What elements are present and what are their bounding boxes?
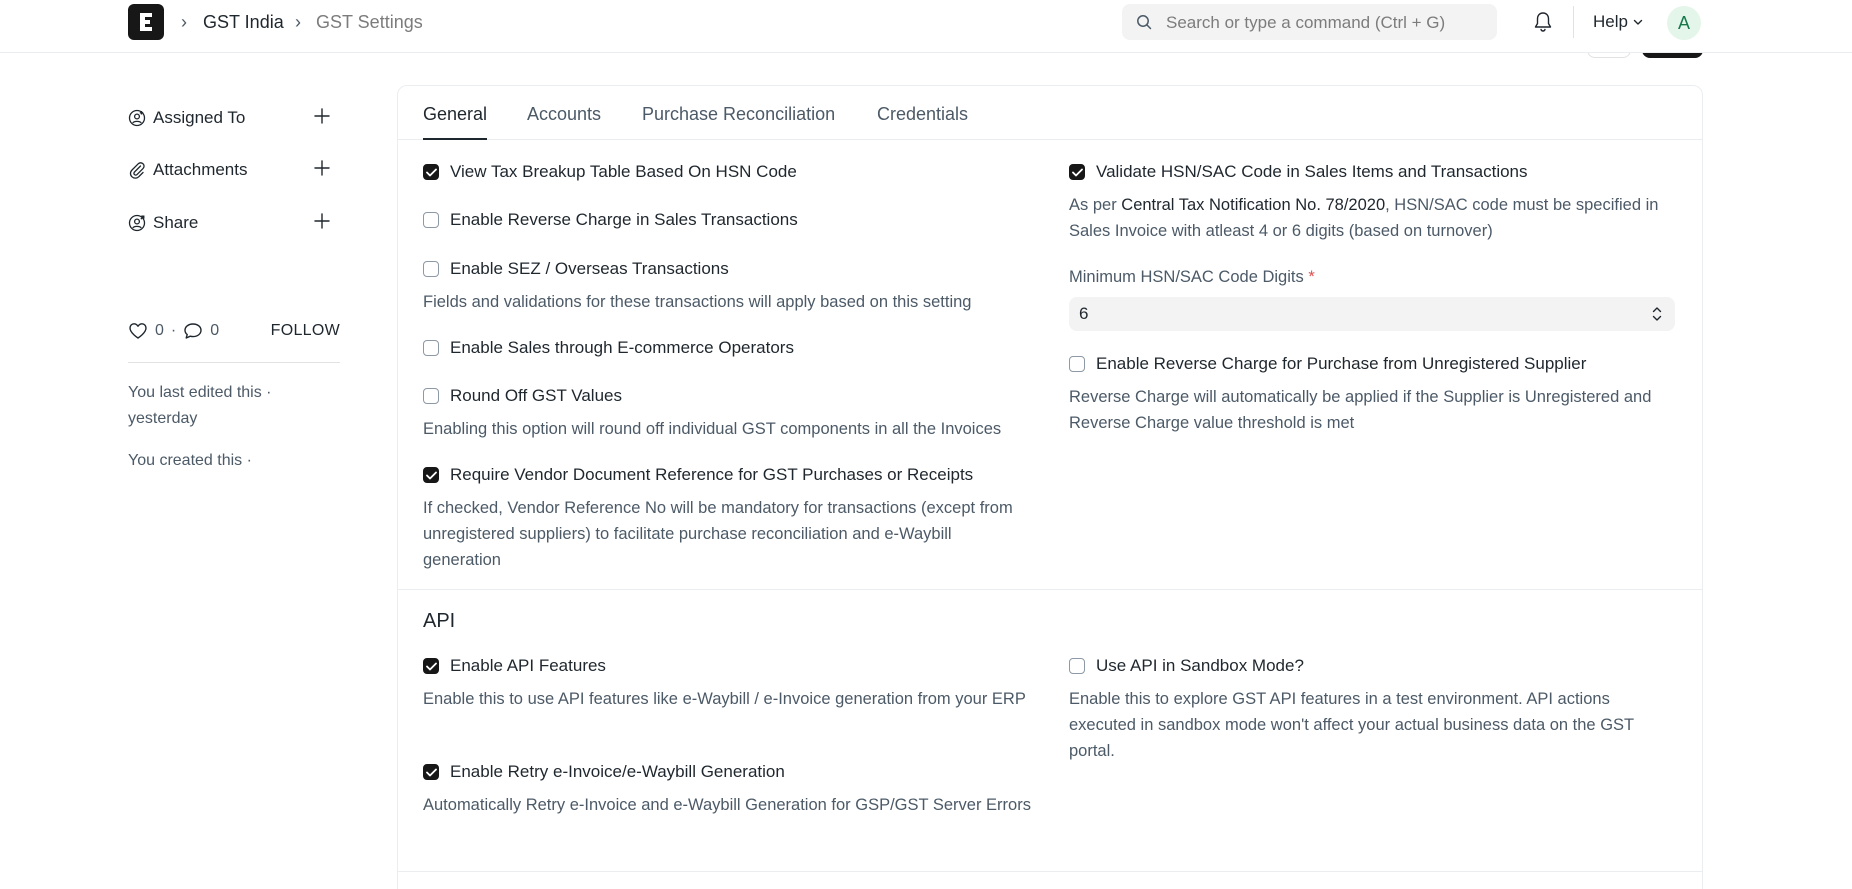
heart-icon[interactable] xyxy=(128,322,148,340)
validate-hsn-checkbox[interactable]: Validate HSN/SAC Code in Sales Items and… xyxy=(1069,162,1528,182)
sandbox-mode-description: Enable this to explore GST API features … xyxy=(1069,690,1634,760)
breadcrumb-separator-icon: › xyxy=(295,12,301,32)
checkbox-unchecked-icon xyxy=(423,388,439,404)
tab-bar: General Accounts Purchase Reconciliation… xyxy=(398,86,1702,140)
last-edited-text: You last edited this · yesterday xyxy=(128,384,272,427)
sidebar-divider xyxy=(128,362,340,363)
notification-bell-icon[interactable] xyxy=(1533,11,1553,33)
checkbox-checked-icon xyxy=(1069,164,1085,180)
tab-purchase-reconciliation[interactable]: Purchase Reconciliation xyxy=(642,104,835,140)
checkbox-label: Enable Reverse Charge for Purchase from … xyxy=(1096,354,1587,373)
vendor-reference-description: If checked, Vendor Reference No will be … xyxy=(423,499,1013,569)
search-bar[interactable]: Search or type a command (Ctrl + G) xyxy=(1122,4,1497,40)
breadcrumb-gst-settings[interactable]: GST Settings xyxy=(316,12,423,33)
chevron-down-icon xyxy=(1633,19,1643,25)
checkbox-label: View Tax Breakup Table Based On HSN Code xyxy=(450,162,797,181)
reverse-charge-sales-checkbox[interactable]: Enable Reverse Charge in Sales Transacti… xyxy=(423,210,798,230)
field-label-text: Minimum HSN/SAC Code Digits xyxy=(1069,268,1304,286)
add-attachment-plus-icon[interactable] xyxy=(313,159,331,177)
checkbox-label: Enable SEZ / Overseas Transactions xyxy=(450,259,729,278)
tab-accounts[interactable]: Accounts xyxy=(527,104,601,140)
stats-dot: · xyxy=(170,322,177,339)
section-divider xyxy=(398,589,1702,590)
hsn-breakup-table-checkbox[interactable]: View Tax Breakup Table Based On HSN Code xyxy=(423,162,797,182)
checkbox-label: Enable Retry e-Invoice/e-Waybill Generat… xyxy=(450,762,785,781)
api-section-title: API xyxy=(423,610,456,632)
min-hsn-digits-label: Minimum HSN/SAC Code Digits * xyxy=(1069,268,1315,287)
checkbox-checked-icon xyxy=(423,764,439,780)
tab-credentials[interactable]: Credentials xyxy=(877,104,968,140)
search-placeholder: Search or type a command (Ctrl + G) xyxy=(1166,13,1446,32)
logo-icon xyxy=(140,13,152,31)
validate-hsn-description: As per Central Tax Notification No. 78/2… xyxy=(1069,192,1679,244)
checkbox-unchecked-icon xyxy=(423,261,439,277)
ecommerce-operators-checkbox[interactable]: Enable Sales through E-commerce Operator… xyxy=(423,338,794,358)
sidebar-share[interactable]: Share xyxy=(128,210,340,236)
checkbox-label: Require Vendor Document Reference for GS… xyxy=(450,465,974,484)
add-share-plus-icon[interactable] xyxy=(313,212,331,230)
sidebar-stats: 0 · 0 FOLLOW xyxy=(128,322,340,340)
add-assignee-plus-icon[interactable] xyxy=(313,107,331,125)
breadcrumb-gst-india[interactable]: GST India xyxy=(203,12,284,33)
checkbox-label: Round Off GST Values xyxy=(450,386,622,405)
likes-count: 0 xyxy=(155,322,164,339)
checkbox-checked-icon xyxy=(423,164,439,180)
sidebar-item-label: Share xyxy=(153,213,199,232)
desc-prefix: As per xyxy=(1069,196,1122,214)
app-logo[interactable] xyxy=(128,4,164,40)
help-menu-button[interactable]: Help xyxy=(1593,12,1644,32)
min-hsn-digits-select[interactable]: 6 xyxy=(1069,297,1675,331)
sidebar-item-label: Assigned To xyxy=(153,108,246,127)
settings-form-card: General Accounts Purchase Reconciliation… xyxy=(397,85,1703,889)
sidebar-assigned-to[interactable]: Assigned To xyxy=(128,105,340,131)
help-label: Help xyxy=(1593,12,1628,31)
share-user-icon xyxy=(128,214,146,232)
tab-general[interactable]: General xyxy=(423,104,488,140)
follow-button[interactable]: FOLLOW xyxy=(271,322,340,340)
checkbox-unchecked-icon xyxy=(423,212,439,228)
select-updown-icon xyxy=(1652,307,1662,321)
checkbox-unchecked-icon xyxy=(1069,658,1085,674)
reverse-charge-purchase-checkbox[interactable]: Enable Reverse Charge for Purchase from … xyxy=(1069,354,1586,374)
select-value: 6 xyxy=(1079,304,1089,323)
sidebar-item-label: Attachments xyxy=(153,160,248,179)
sidebar-attachments[interactable]: Attachments xyxy=(128,157,340,183)
tax-notification-link[interactable]: Central Tax Notification No. 78/2020 xyxy=(1121,196,1385,214)
enable-api-description: Enable this to use API features like e-W… xyxy=(423,690,1026,708)
retry-einvoice-description: Automatically Retry e-Invoice and e-Wayb… xyxy=(423,796,1031,814)
comments-count: 0 xyxy=(210,322,220,339)
breadcrumb-separator-icon: › xyxy=(181,12,187,32)
vendor-reference-checkbox[interactable]: Require Vendor Document Reference for GS… xyxy=(423,465,973,485)
checkbox-label: Validate HSN/SAC Code in Sales Items and… xyxy=(1096,162,1528,181)
required-mark: * xyxy=(1308,268,1315,286)
user-add-icon xyxy=(128,109,146,127)
search-icon xyxy=(1137,15,1152,30)
navbar: › GST India › GST Settings Search or typ… xyxy=(0,0,1852,53)
sez-overseas-checkbox[interactable]: Enable SEZ / Overseas Transactions xyxy=(423,259,729,279)
checkbox-label: Enable Sales through E-commerce Operator… xyxy=(450,338,794,357)
sez-description: Fields and validations for these transac… xyxy=(423,293,972,311)
checkbox-unchecked-icon xyxy=(1069,356,1085,372)
retry-einvoice-checkbox[interactable]: Enable Retry e-Invoice/e-Waybill Generat… xyxy=(423,762,785,782)
created-text: You created this · xyxy=(128,452,252,469)
section-divider xyxy=(398,871,1702,872)
paperclip-icon xyxy=(128,161,146,179)
round-off-description: Enabling this option will round off indi… xyxy=(423,420,1002,438)
checkbox-checked-icon xyxy=(423,467,439,483)
navbar-divider xyxy=(1573,6,1574,38)
comment-icon[interactable] xyxy=(183,322,203,340)
enable-api-checkbox[interactable]: Enable API Features xyxy=(423,656,606,676)
checkbox-label: Use API in Sandbox Mode? xyxy=(1096,656,1304,675)
sandbox-mode-checkbox[interactable]: Use API in Sandbox Mode? xyxy=(1069,656,1304,676)
checkbox-label: Enable API Features xyxy=(450,656,606,675)
round-off-gst-checkbox[interactable]: Round Off GST Values xyxy=(423,386,622,406)
checkbox-checked-icon xyxy=(423,658,439,674)
checkbox-label: Enable Reverse Charge in Sales Transacti… xyxy=(450,210,798,229)
user-avatar[interactable]: A xyxy=(1667,6,1701,40)
reverse-charge-purchase-description: Reverse Charge will automatically be app… xyxy=(1069,388,1652,432)
checkbox-unchecked-icon xyxy=(423,340,439,356)
